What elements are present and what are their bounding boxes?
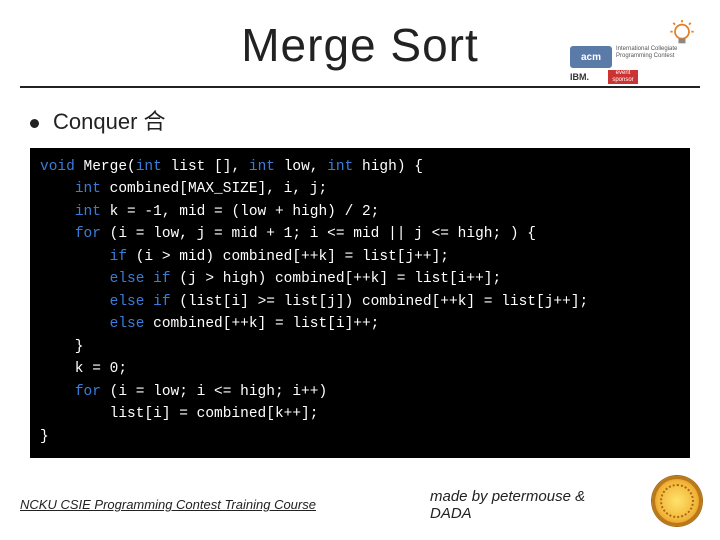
code-text — [40, 271, 110, 287]
acm-logo: acm — [570, 46, 612, 68]
code-text — [40, 294, 110, 310]
code-keyword: else — [110, 316, 154, 332]
code-text: list[i] = combined[k++]; — [40, 406, 318, 422]
code-keyword: int — [136, 159, 171, 175]
code-text: low, — [284, 159, 328, 175]
code-text: k = -1, mid = (low + high) / 2; — [110, 204, 380, 220]
code-keyword: else if — [110, 271, 180, 287]
code-keyword: if — [110, 249, 136, 265]
footer-course: NCKU CSIE Programming Contest Training C… — [20, 497, 316, 512]
icpc-text: International Collegiate Programming Con… — [616, 46, 696, 68]
lightbulb-icon — [668, 20, 696, 48]
university-seal-icon — [652, 476, 702, 526]
code-text: (j > high) combined[++k] = list[i++]; — [179, 271, 501, 287]
code-text: (list[i] >= list[j]) combined[++k] = lis… — [179, 294, 588, 310]
code-keyword: int — [75, 181, 110, 197]
code-keyword: int — [327, 159, 362, 175]
footer-credit: made by petermouse & DADA — [430, 488, 630, 522]
code-text: Merge( — [84, 159, 136, 175]
code-keyword: for — [75, 226, 110, 242]
code-text — [40, 316, 110, 332]
ibm-logo: IBM. — [570, 72, 589, 82]
code-text: list [], — [171, 159, 249, 175]
code-text: high) { — [362, 159, 423, 175]
bullet-dot-icon — [30, 119, 39, 128]
code-keyword: int — [249, 159, 284, 175]
code-text: combined[++k] = list[i]++; — [153, 316, 379, 332]
code-text — [40, 204, 75, 220]
code-text — [40, 249, 110, 265]
bullet-item: Conquer 合 — [30, 104, 720, 136]
corner-logos: acm International Collegiate Programming… — [570, 20, 700, 90]
code-keyword: for — [75, 384, 110, 400]
code-keyword: else if — [110, 294, 180, 310]
code-text: k = 0; — [40, 361, 127, 377]
code-text — [40, 226, 75, 242]
code-text: (i > mid) combined[++k] = list[j++]; — [136, 249, 449, 265]
code-text: (i = low, j = mid + 1; i <= mid || j <= … — [110, 226, 536, 242]
code-text — [40, 181, 75, 197]
sponsor-badge: event sponsor — [608, 70, 638, 84]
code-keyword: int — [75, 204, 110, 220]
code-keyword: void — [40, 159, 84, 175]
code-text: } — [40, 429, 49, 445]
code-text: combined[MAX_SIZE], i, j; — [110, 181, 328, 197]
code-block: void Merge(int list [], int low, int hig… — [30, 148, 690, 458]
bullet-label: Conquer 合 — [53, 109, 166, 134]
code-text: } — [40, 339, 84, 355]
code-text — [40, 384, 75, 400]
code-text: (i = low; i <= high; i++) — [110, 384, 328, 400]
